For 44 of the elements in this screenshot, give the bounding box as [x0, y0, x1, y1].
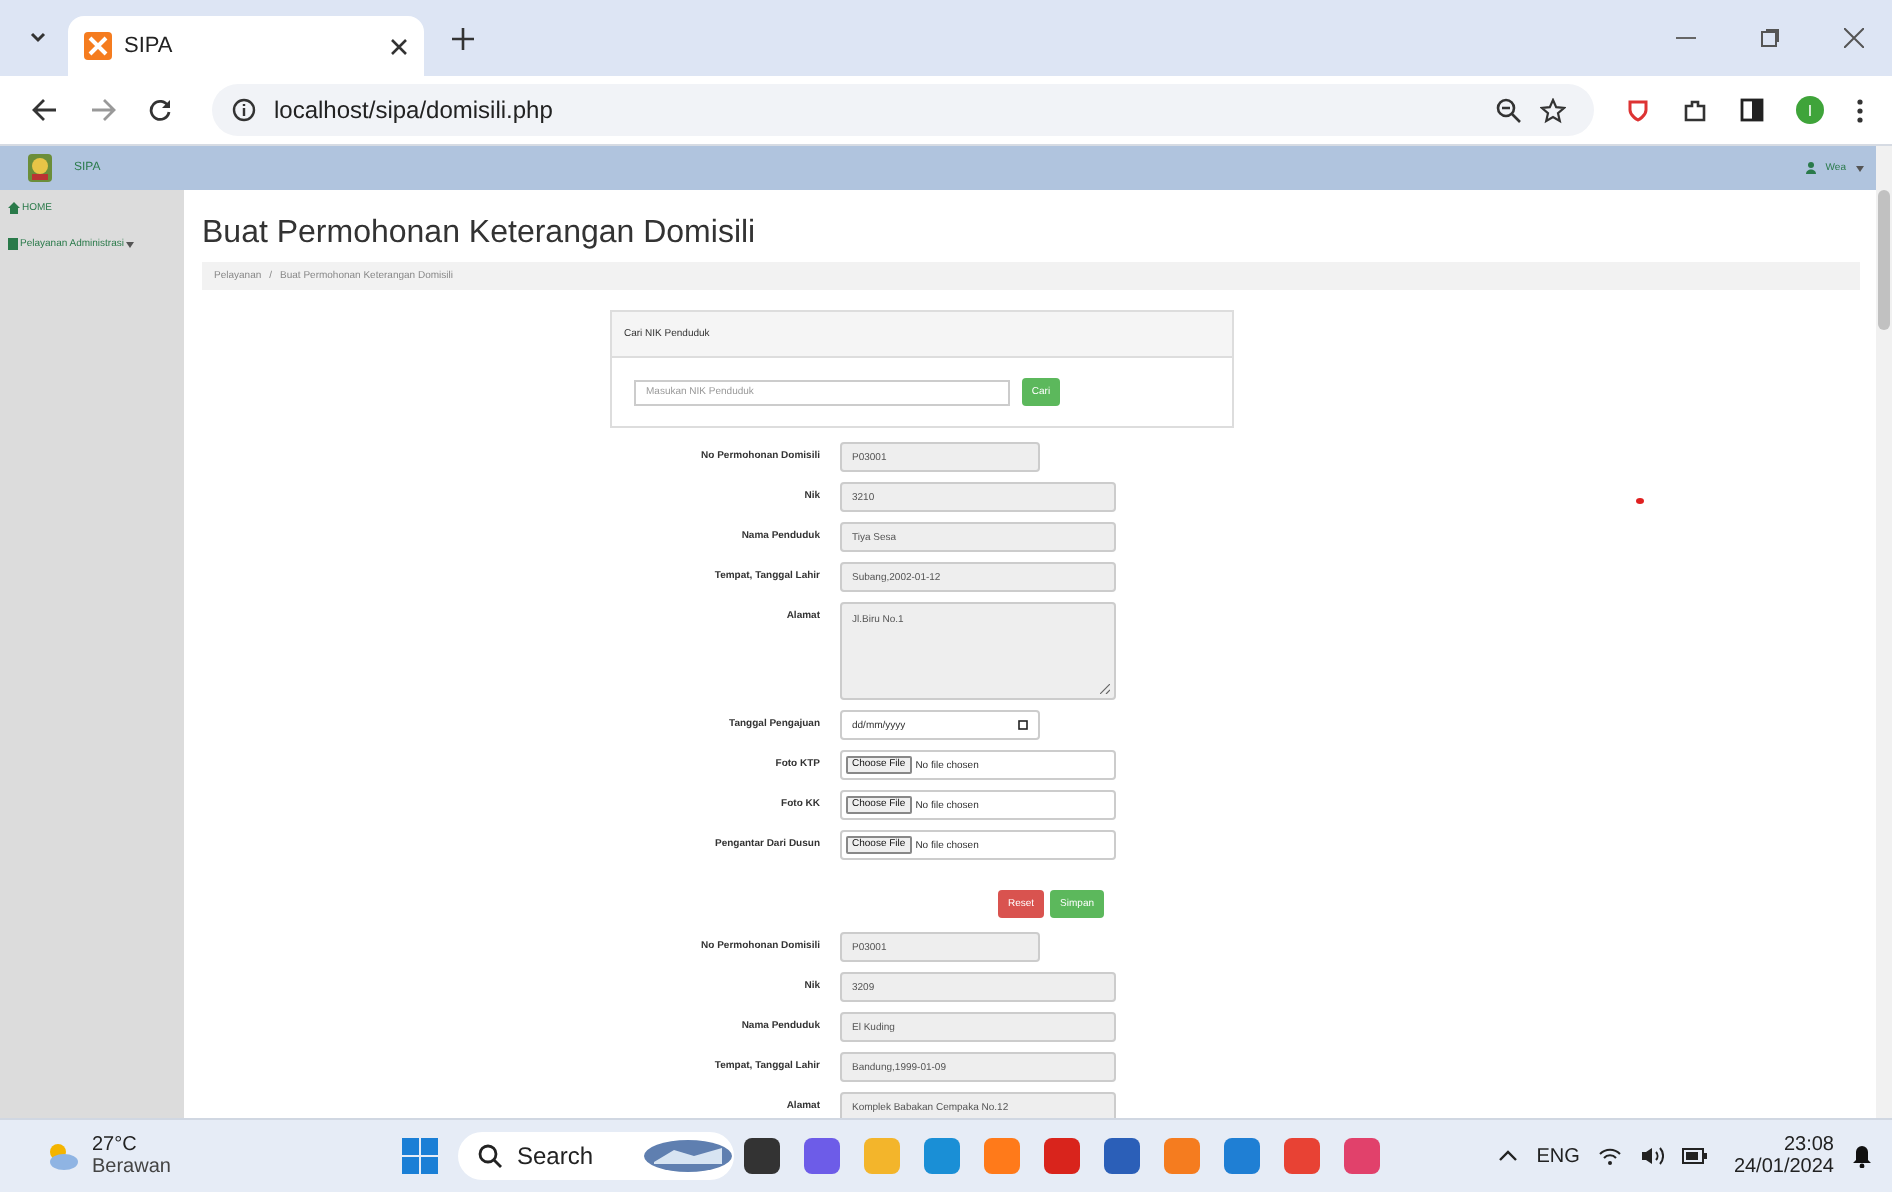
- star-icon[interactable]: [1540, 97, 1566, 123]
- scrollbar[interactable]: [1876, 146, 1892, 1118]
- side-panel-icon[interactable]: [1740, 98, 1764, 122]
- close-icon[interactable]: [390, 37, 408, 55]
- more-icon[interactable]: [1856, 97, 1864, 123]
- logo-icon: [24, 152, 56, 184]
- volume-icon[interactable]: [1639, 1146, 1664, 1166]
- search-icon: [478, 1144, 503, 1168]
- info-icon[interactable]: [232, 98, 256, 122]
- restore-icon[interactable]: [1760, 28, 1780, 48]
- browser-tab[interactable]: SIPA: [68, 16, 424, 76]
- page-title: Buat Permohonan Keterangan Domisili: [202, 216, 758, 252]
- document-icon: [8, 238, 18, 250]
- wifi-icon[interactable]: [1597, 1146, 1622, 1166]
- shield-icon[interactable]: [1626, 98, 1650, 122]
- language-indicator[interactable]: ENG: [1536, 1145, 1580, 1167]
- caret-icon: [1856, 165, 1864, 171]
- taskbar-search[interactable]: Search: [458, 1132, 735, 1180]
- user-icon[interactable]: [1805, 162, 1816, 174]
- calendar-icon[interactable]: [1018, 720, 1028, 730]
- temperature: 27°C: [92, 1134, 139, 1156]
- back-icon[interactable]: [32, 98, 58, 122]
- bell-icon[interactable]: [1852, 1144, 1872, 1168]
- zoom-icon[interactable]: [1496, 97, 1522, 123]
- resize-handle-icon[interactable]: [1100, 684, 1110, 694]
- app-logo-icon: [84, 32, 112, 60]
- reload-icon[interactable]: [148, 98, 172, 122]
- clock[interactable]: 23:08 24/01/2024: [1733, 1134, 1834, 1178]
- app-icon[interactable]: [742, 1136, 783, 1176]
- search-highlight-drawing: [642, 1138, 735, 1174]
- extensions-icon[interactable]: [1682, 97, 1708, 123]
- close-icon[interactable]: [1844, 28, 1864, 48]
- forward-icon[interactable]: [90, 98, 116, 122]
- caret-icon: [125, 241, 134, 247]
- start-icon[interactable]: [402, 1138, 439, 1174]
- home-icon: [8, 202, 20, 214]
- chevron-up-icon[interactable]: [1498, 1150, 1519, 1162]
- battery-icon[interactable]: [1681, 1148, 1708, 1164]
- weather-label: Berawan: [92, 1156, 171, 1178]
- dot-mark: [1636, 498, 1644, 504]
- cloud-sun-icon: [44, 1140, 80, 1172]
- new-tab-icon[interactable]: [452, 27, 474, 49]
- address-bar[interactable]: localhost/sipa/domisili.php: [212, 84, 1594, 136]
- app-icon[interactable]: [1102, 1136, 1143, 1176]
